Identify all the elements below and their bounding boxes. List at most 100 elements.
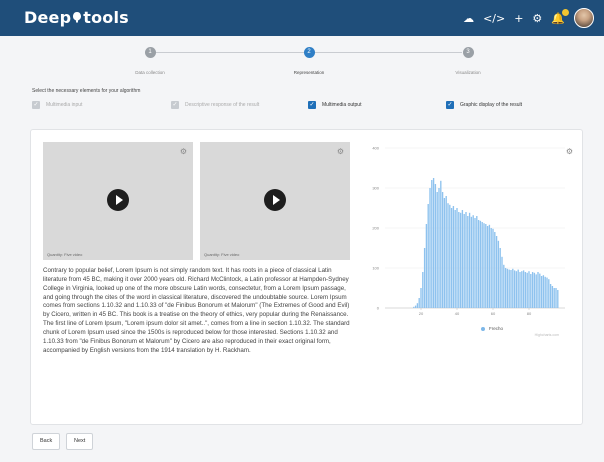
settings-icon[interactable]: ⚙ [532,12,542,25]
bell-icon[interactable]: 🔔 [551,8,569,25]
histogram-bar [458,212,460,308]
histogram-bar [465,212,467,308]
histogram-bar [492,228,494,308]
checkbox[interactable]: ✓ [32,101,40,109]
gear-icon[interactable]: ⚙ [337,147,344,156]
histogram-bar [557,290,559,308]
histogram-bar [479,220,482,308]
top-navigation-bar: Deep tools ☁ </> + ⚙ 🔔 [0,0,604,36]
next-button[interactable]: Next [66,433,94,450]
histogram-bar [530,274,532,308]
histogram-bar [526,272,528,308]
video-player-1[interactable]: ⚙ Quantity: Five video [43,142,193,260]
step-label: Data collection [135,70,165,75]
histogram-bar [425,224,428,308]
histogram-bar [485,224,487,308]
histogram-bar [510,270,512,308]
histogram-bar [481,222,483,308]
chart-plot: 0 100 200 300 400 20 40 60 80 [372,146,565,316]
avatar[interactable] [574,8,594,28]
histogram-bar [459,212,462,308]
histogram-bar [537,272,539,308]
legend-label: Frecho [489,326,504,331]
chart-credit[interactable]: Highcharts.com [535,333,559,337]
histogram-bar [470,216,473,308]
chart-menu-icon[interactable]: ⚙ [566,147,573,156]
play-button[interactable] [264,189,286,211]
histogram-bar [413,306,415,308]
histogram-bar [531,272,534,308]
histogram-bar [517,269,519,308]
histogram-bar [551,286,554,308]
video-caption: Quantity: Five video [204,252,240,257]
step-visualization[interactable]: 3 Visualization [408,44,528,75]
gear-icon[interactable]: ⚙ [180,147,187,156]
histogram-bar [474,218,476,308]
step-data-collection[interactable]: 1 Data collection [90,44,210,75]
histogram-bar [542,275,545,308]
histogram-bar [434,184,437,308]
step-number: 1 [144,47,156,58]
legend-swatch [481,326,485,331]
play-button[interactable] [107,189,129,211]
histogram-bar [414,305,417,308]
video-caption: Quantity: Five video [47,252,83,257]
histogram-bar [539,273,541,308]
histogram-bar [494,232,496,308]
y-tick-label: 200 [372,226,379,231]
preview-card: ⚙ Quantity: Five video ⚙ Quantity: Five … [30,129,583,425]
checkbox[interactable]: ✓ [446,101,454,109]
histogram-bar [555,288,557,308]
back-button[interactable]: Back [32,433,61,450]
histogram-bar [535,274,537,308]
y-tick-label: 400 [372,146,379,151]
histogram-bar [418,298,420,308]
histogram-bar [441,192,444,308]
video-player-2[interactable]: ⚙ Quantity: Five video [200,142,350,260]
brand-mark-icon [73,12,82,23]
histogram-bar [553,288,555,308]
checkbox[interactable]: ✓ [308,101,316,109]
histogram-bar [467,216,469,308]
progress-stepper: 1 Data collection 2 Representation 3 Vis… [90,44,520,80]
cloud-icon[interactable]: ☁ [463,12,474,25]
option-label: Multimedia input [46,102,83,108]
histogram-bar [432,178,435,308]
histogram-bar [472,215,474,308]
histogram-bar [513,270,516,308]
histogram-bar [416,303,419,308]
step-label: Representation [293,70,325,75]
x-tick-label: 20 [419,311,424,316]
histogram-bar [422,272,424,308]
histogram-bar [476,216,478,308]
description-text: Contrary to popular belief, Lorem Ipsum … [43,267,350,354]
plus-icon[interactable]: + [514,12,523,25]
topbar-actions: ☁ </> + ⚙ 🔔 [463,8,594,28]
notification-badge [562,8,569,16]
option-multimedia-output[interactable]: ✓ Multimedia output [308,101,361,109]
histogram-bar [486,226,489,308]
step-number: 3 [462,47,474,58]
option-graphic-display[interactable]: ✓ Graphic display of the result [446,101,522,109]
brand-logo[interactable]: Deep tools [24,8,129,27]
histogram-bar [420,288,422,308]
x-tick-label: 60 [491,311,496,316]
histogram-bar [438,188,440,308]
chart-legend[interactable]: Frecho [481,326,503,331]
option-label: Descriptive response of the result [185,102,260,108]
histogram-bar [450,208,453,308]
histogram-bar [548,279,550,308]
histogram-bar [506,268,509,308]
step-representation[interactable]: 2 Representation [249,44,369,75]
histogram-bar [436,192,438,308]
step-number: 2 [303,47,315,58]
option-descriptive-response[interactable]: ✓ Descriptive response of the result [171,101,259,109]
histogram-bar [443,198,446,308]
histogram-bar [524,272,527,308]
histogram-bar [483,223,485,308]
option-multimedia-input[interactable]: ✓ Multimedia input [32,101,82,109]
histogram-bar [544,276,546,308]
histogram-bar [546,277,548,308]
code-icon[interactable]: </> [483,12,505,25]
checkbox[interactable]: ✓ [171,101,179,109]
